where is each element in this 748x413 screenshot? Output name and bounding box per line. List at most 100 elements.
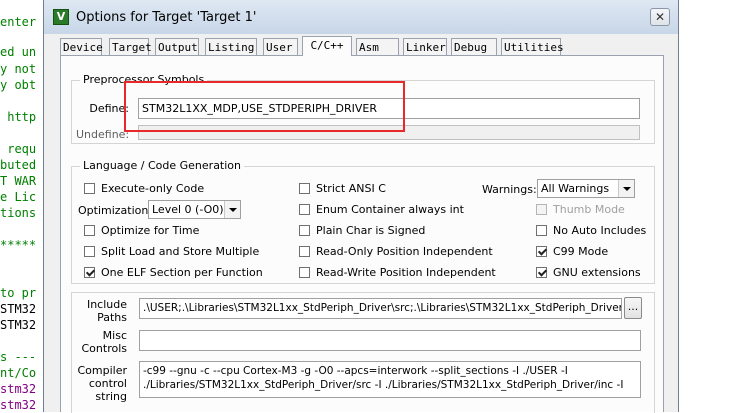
checkbox-label: C99 Mode — [553, 245, 609, 258]
code-line: http — [0, 110, 37, 124]
thumb-mode-checkbox[interactable]: Thumb Mode — [536, 203, 625, 216]
tab-asm[interactable]: Asm — [356, 38, 399, 55]
checkbox-box — [299, 225, 310, 236]
strict-ansi-checkbox[interactable]: Strict ANSI C — [299, 182, 386, 195]
include-paths-label: Include Paths — [72, 298, 127, 324]
checkbox-box — [84, 225, 95, 236]
warnings-value: All Warnings — [541, 182, 610, 195]
include-paths-field[interactable]: .\USER;.\Libraries\STM32L1xx_StdPeriph_D… — [139, 298, 622, 319]
checkbox-label: Read-Only Position Independent — [316, 245, 493, 258]
compiler-options-group: Include Paths .\USER;.\Libraries\STM32L1… — [71, 292, 655, 413]
code-line: ed un — [0, 45, 37, 59]
enum-container-checkbox[interactable]: Enum Container always int — [299, 203, 464, 216]
app-icon: V — [53, 9, 69, 25]
code-editor-background: enter ed un y not y obt http requ buted … — [0, 0, 48, 412]
code-line: stm32 — [0, 382, 37, 396]
optimization-select[interactable]: Level 0 (-O0) — [148, 200, 241, 219]
checkbox-box — [84, 267, 95, 278]
checkbox-box — [299, 246, 310, 257]
optimize-time-checkbox[interactable]: Optimize for Time — [84, 224, 199, 237]
code-line: stm32 — [0, 398, 37, 412]
highlight-rectangle — [124, 81, 405, 132]
checkbox-label: GNU extensions — [553, 266, 641, 279]
warnings-label: Warnings: — [482, 183, 537, 196]
rw-position-checkbox[interactable]: Read-Write Position Independent — [299, 266, 496, 279]
chevron-down-icon — [224, 201, 240, 218]
code-line: T WAR — [0, 174, 37, 188]
code-line: y not — [0, 62, 37, 76]
checkbox-box — [299, 204, 310, 215]
include-paths-label-line: Include — [86, 298, 127, 311]
options-dialog: V Options for Target 'Target 1' ✕ Device… — [43, 0, 679, 413]
optimization-label: Optimization: — [78, 204, 153, 217]
compiler-control-label: Compiler control string — [72, 364, 127, 403]
undefine-label: Undefine: — [76, 128, 130, 141]
close-button[interactable]: ✕ — [650, 8, 670, 26]
ro-position-checkbox[interactable]: Read-Only Position Independent — [299, 245, 493, 258]
tab-utilities[interactable]: Utilities — [501, 38, 564, 55]
code-line: STM32 — [0, 302, 37, 316]
checkbox-label: Thumb Mode — [553, 203, 625, 216]
code-line: nt/Co — [0, 366, 37, 380]
code-line: tions — [0, 206, 37, 220]
checkbox-box — [536, 204, 547, 215]
tab-user[interactable]: User — [263, 38, 298, 55]
checkbox-label: Enum Container always int — [316, 203, 464, 216]
tab-linker[interactable]: Linker — [403, 38, 447, 55]
checkbox-label: Plain Char is Signed — [316, 224, 426, 237]
tab-target[interactable]: Target — [109, 38, 152, 55]
tab-debug[interactable]: Debug — [451, 38, 497, 55]
title-bar[interactable]: V Options for Target 'Target 1' ✕ — [44, 0, 678, 34]
misc-controls-label: Misc Controls — [72, 329, 128, 355]
code-line: STM32 — [0, 318, 37, 332]
checkbox-box — [536, 246, 547, 257]
compiler-control-label-line: control — [88, 377, 127, 390]
tab-output[interactable]: Output — [155, 38, 199, 55]
chevron-down-icon — [618, 180, 634, 197]
tab-listing[interactable]: Listing — [205, 38, 257, 55]
code-line: e Lic — [0, 190, 37, 204]
include-paths-label-line: Paths — [97, 311, 127, 324]
code-line: ***** — [0, 238, 37, 252]
misc-controls-field[interactable] — [139, 330, 641, 351]
code-line: y obt — [0, 78, 37, 92]
compiler-control-label-line: Compiler — [77, 364, 127, 377]
checkbox-box — [299, 267, 310, 278]
checkbox-box — [84, 246, 95, 257]
split-load-checkbox[interactable]: Split Load and Store Multiple — [84, 245, 259, 258]
checkbox-box — [84, 183, 95, 194]
compiler-control-label-line: string — [95, 390, 127, 403]
c99-mode-checkbox[interactable]: C99 Mode — [536, 245, 608, 258]
plain-char-checkbox[interactable]: Plain Char is Signed — [299, 224, 425, 237]
misc-controls-label-line: Misc — [102, 329, 127, 342]
window-title: Options for Target 'Target 1' — [76, 10, 257, 25]
one-elf-checkbox[interactable]: One ELF Section per Function — [84, 266, 263, 279]
checkbox-label: Read-Write Position Independent — [316, 266, 496, 279]
code-line: enter — [0, 15, 37, 29]
checkbox-label: Strict ANSI C — [316, 182, 386, 195]
code-line: requ — [0, 142, 37, 156]
language-group: Language / Code Generation Execute-only … — [71, 159, 655, 284]
tab-c-cpp[interactable]: C/C++ — [302, 36, 352, 56]
no-auto-includes-checkbox[interactable]: No Auto Includes — [536, 224, 646, 237]
checkbox-label: Execute-only Code — [101, 182, 205, 195]
optimization-value: Level 0 (-O0) — [152, 203, 224, 216]
warnings-select[interactable]: All Warnings — [537, 179, 635, 198]
checkbox-label: Split Load and Store Multiple — [101, 245, 260, 258]
checkbox-label: One ELF Section per Function — [101, 266, 263, 279]
code-line: s --- — [0, 350, 37, 364]
execute-only-checkbox[interactable]: Execute-only Code — [84, 182, 204, 195]
code-line: buted — [0, 158, 37, 172]
language-group-title: Language / Code Generation — [80, 159, 245, 172]
checkbox-label: No Auto Includes — [553, 224, 647, 237]
checkbox-label: Optimize for Time — [101, 224, 200, 237]
include-paths-browse-button[interactable]: ... — [624, 297, 642, 319]
checkbox-box — [536, 267, 547, 278]
define-label: Define: — [89, 102, 129, 115]
compiler-control-string-field[interactable]: -c99 --gnu -c --cpu Cortex-M3 -g -O0 --a… — [139, 361, 641, 398]
checkbox-box — [536, 225, 547, 236]
code-line: to pr — [0, 286, 37, 300]
tab-device[interactable]: Device — [60, 38, 103, 55]
gnu-extensions-checkbox[interactable]: GNU extensions — [536, 266, 641, 279]
misc-controls-label-line: Controls — [81, 342, 128, 355]
